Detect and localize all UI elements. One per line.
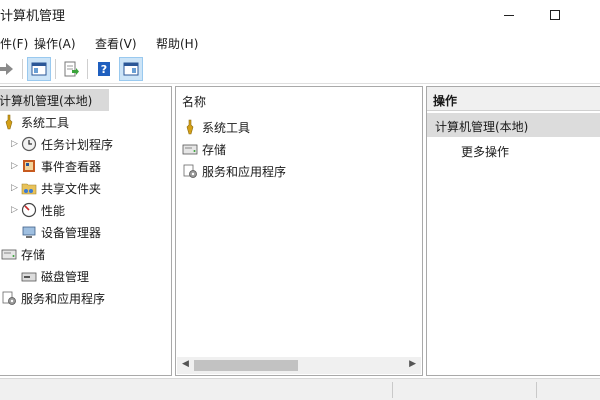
event-viewer-icon <box>21 158 37 174</box>
show-hide-action-pane-button[interactable] <box>119 57 143 81</box>
services-icon <box>182 163 198 179</box>
tree-item-disk-management[interactable]: 磁盘管理 <box>21 265 89 287</box>
maximize-button[interactable] <box>532 0 578 30</box>
scroll-right-arrow-icon[interactable]: ▶ <box>409 359 416 369</box>
list-item-label: 服务和应用程序 <box>202 164 287 179</box>
actions-section-computer-management[interactable]: 计算机管理(本地) <box>427 113 600 137</box>
list-item-label: 存储 <box>202 142 227 157</box>
tree-item-label: 服务和应用程序 <box>21 291 106 306</box>
actions-header: 操作 <box>427 87 600 111</box>
console-tree-pane: 计算机管理(本地) 系统工具 ▷ 任务计划程序 ▷ 事件查看器 ▷ 共享文件夹 … <box>0 86 172 376</box>
tree-item-label: 设备管理器 <box>41 225 102 240</box>
help-button[interactable]: ? <box>92 57 116 81</box>
toolbar-separator <box>22 59 23 79</box>
tree-item-storage[interactable]: 存储 <box>1 243 45 265</box>
show-hide-console-tree-button[interactable] <box>27 57 51 81</box>
tree-item-label: 共享文件夹 <box>41 181 102 196</box>
tools-icon <box>1 114 17 130</box>
svg-text:?: ? <box>101 63 107 76</box>
tools-icon <box>182 119 198 135</box>
show-hide-action-pane-icon <box>123 62 139 76</box>
expand-arrow-icon[interactable]: ▷ <box>11 205 18 215</box>
tree-item-label: 系统工具 <box>21 115 70 130</box>
help-icon: ? <box>98 62 110 76</box>
toolbar-separator <box>55 59 56 79</box>
window-title: 计算机管理 <box>0 9 66 24</box>
results-pane: 名称 系统工具 存储 服务和应用程序 ◀ ▶ <box>175 86 423 376</box>
tree-item-event-viewer[interactable]: 事件查看器 <box>21 155 101 177</box>
menu-bar: 件(F) 操作(A) 查看(V) 帮助(H) <box>0 30 600 54</box>
tree-item-label: 磁盘管理 <box>41 269 90 284</box>
tree-item-label: 事件查看器 <box>41 159 102 174</box>
storage-icon <box>1 246 17 262</box>
status-separator <box>392 382 393 398</box>
shared-folder-icon <box>21 180 37 196</box>
minimize-icon <box>504 14 514 16</box>
show-hide-console-tree-icon <box>31 62 47 76</box>
menu-view[interactable]: 查看(V) <box>95 35 137 52</box>
tree-item-performance[interactable]: 性能 <box>21 199 65 221</box>
export-list-icon <box>64 61 79 77</box>
more-actions-link[interactable]: 更多操作 <box>461 143 509 160</box>
expand-arrow-icon[interactable]: ▷ <box>11 161 18 171</box>
expand-arrow-icon[interactable]: ▷ <box>11 139 18 149</box>
tree-item-label: 计算机管理(本地) <box>0 93 93 108</box>
tree-item-computer-management[interactable]: 计算机管理(本地) <box>0 89 109 111</box>
title-bar: 计算机管理 <box>0 0 600 30</box>
list-item[interactable]: 系统工具 <box>182 116 250 138</box>
menu-action[interactable]: 操作(A) <box>34 35 76 52</box>
device-manager-icon <box>21 224 37 240</box>
horizontal-scrollbar[interactable]: ◀ ▶ <box>177 357 421 374</box>
tree-item-label: 性能 <box>41 203 66 218</box>
status-separator <box>536 382 537 398</box>
maximize-icon <box>550 10 560 20</box>
storage-icon <box>182 141 198 157</box>
list-item[interactable]: 存储 <box>182 138 226 160</box>
tree-item-services-applications[interactable]: 服务和应用程序 <box>1 287 105 309</box>
tree-item-shared-folders[interactable]: 共享文件夹 <box>21 177 101 199</box>
toolbar-separator <box>87 59 88 79</box>
list-item-label: 系统工具 <box>202 120 251 135</box>
scroll-left-arrow-icon[interactable]: ◀ <box>182 359 189 369</box>
minimize-button[interactable] <box>486 0 532 30</box>
expand-arrow-icon[interactable]: ▷ <box>11 183 18 193</box>
forward-arrow-icon <box>0 63 13 75</box>
column-header-name[interactable]: 名称 <box>182 93 206 110</box>
status-bar <box>0 378 600 400</box>
tree-item-label: 存储 <box>21 247 46 262</box>
export-list-button[interactable] <box>59 57 83 81</box>
tree-item-device-manager[interactable]: 设备管理器 <box>21 221 101 243</box>
clock-icon <box>21 136 37 152</box>
forward-button[interactable] <box>0 57 18 81</box>
actions-pane: 操作 计算机管理(本地) 更多操作 <box>426 86 600 376</box>
tree-item-task-scheduler[interactable]: 任务计划程序 <box>21 133 113 155</box>
services-icon <box>1 290 17 306</box>
scrollbar-thumb[interactable] <box>194 360 298 371</box>
disk-management-icon <box>21 268 37 284</box>
list-item[interactable]: 服务和应用程序 <box>182 160 286 182</box>
menu-help[interactable]: 帮助(H) <box>156 35 198 52</box>
tree-item-system-tools[interactable]: 系统工具 <box>1 111 69 133</box>
menu-file[interactable]: 件(F) <box>0 35 28 52</box>
tree-item-label: 任务计划程序 <box>41 137 114 152</box>
toolbar: ? <box>0 54 600 84</box>
performance-icon <box>21 202 37 218</box>
